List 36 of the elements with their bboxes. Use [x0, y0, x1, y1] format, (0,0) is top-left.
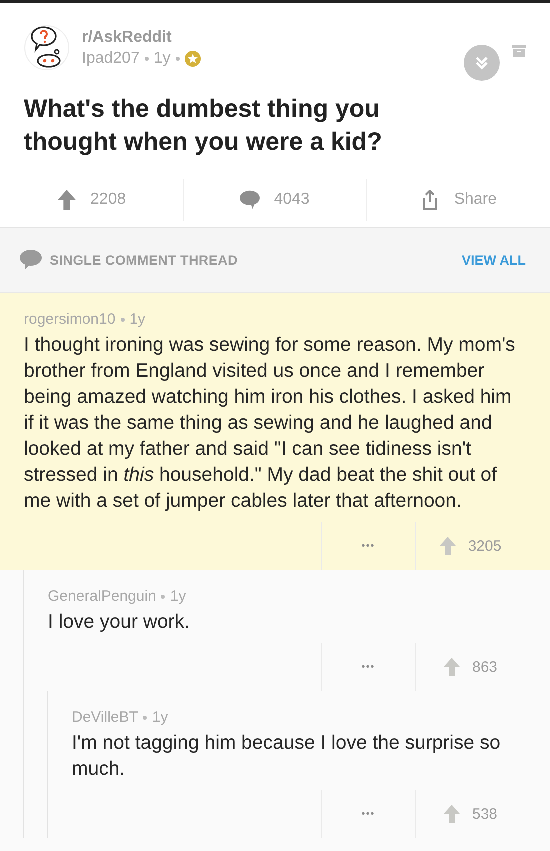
subreddit-name[interactable]: r/AskReddit	[82, 29, 452, 47]
collapse-button[interactable]	[464, 45, 500, 81]
comment-score: 538	[472, 806, 498, 822]
upvote-icon[interactable]	[444, 805, 460, 823]
comment-age: 1y	[130, 311, 146, 328]
post-author[interactable]: Ipad207	[82, 50, 140, 68]
post-age: 1y	[154, 50, 171, 68]
more-button[interactable]: •••	[321, 790, 416, 838]
comment-age: 1y	[152, 709, 168, 726]
upvote-icon[interactable]	[56, 190, 77, 210]
upvote-icon[interactable]	[444, 658, 460, 676]
comment-author[interactable]: DeVilleBT	[72, 709, 138, 726]
share-button[interactable]: Share	[367, 179, 550, 221]
upvote-count: 2208	[90, 191, 126, 209]
comment-text: I'm not tagging him because I love the surprise so much.	[72, 731, 502, 782]
archive-icon[interactable]	[512, 45, 526, 57]
subreddit-icon[interactable]	[24, 25, 70, 71]
comment-icon[interactable]	[240, 190, 260, 210]
comment-score: 863	[472, 658, 498, 676]
comment-age: 1y	[170, 588, 186, 605]
thread-label: SINGLE COMMENT THREAD	[50, 252, 239, 268]
separator-dot	[176, 57, 180, 61]
comment-score: 3205	[468, 538, 502, 554]
comment-author[interactable]: rogersimon10	[24, 311, 116, 328]
separator-dot	[143, 716, 148, 720]
comment-text: I love your work.	[48, 610, 191, 635]
comment-count: 4043	[274, 191, 310, 209]
comment-icon	[20, 250, 42, 270]
view-all-link[interactable]: VIEW ALL	[462, 252, 526, 268]
comment-author[interactable]: GeneralPenguin	[48, 588, 156, 605]
separator-dot	[144, 57, 149, 61]
comment-text: I thought ironing was sewing for some reason. My mom's brother from England visited us once and I remember being amazed watching him iron his clothes. I asked him if it was the same thing as sewing and he laughed and looked at my father and said "I can see tidiness isn't stressed in this household." My dad beat the shit out of me with a set of jumper cables later that afternoon.	[24, 333, 516, 514]
upvote-icon[interactable]	[440, 537, 456, 555]
separator-dot	[161, 594, 166, 598]
separator-dot	[120, 318, 125, 322]
post-title: What's the dumbest thing you thought when you were a kid?	[24, 94, 384, 158]
